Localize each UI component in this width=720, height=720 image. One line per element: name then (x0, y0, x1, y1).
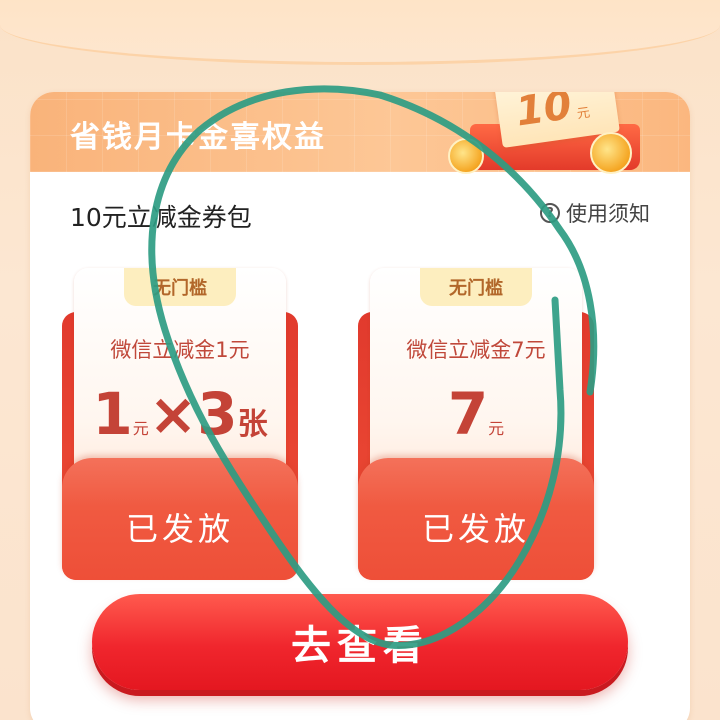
usage-notice-link[interactable]: ? 使用须知 (540, 198, 650, 228)
coin-icon (590, 132, 632, 174)
coupon-card[interactable]: 无门槛 微信立减金7元 7元 已发放 (358, 262, 594, 580)
no-threshold-badge: 无门槛 (124, 268, 236, 306)
coupon-amount: 1元×3张 (92, 380, 268, 448)
section-title: 10元立减金券包 (70, 203, 252, 232)
no-threshold-badge: 无门槛 (420, 268, 532, 306)
usage-notice-label: 使用须知 (566, 202, 650, 226)
card-title: 省钱月卡金喜权益 (70, 120, 326, 155)
coupon-status: 已发放 (421, 510, 530, 548)
card-header: 省钱月卡金喜权益 10 元 (30, 92, 690, 174)
top-banner (0, 0, 720, 65)
coupon-name: 微信立减金7元 (406, 338, 546, 362)
coupon-name: 微信立减金1元 (110, 338, 250, 362)
coupon-status: 已发放 (125, 510, 234, 548)
deco-amount: 10 (513, 92, 575, 136)
coupon-card[interactable]: 无门槛 微信立减金1元 1元×3张 已发放 (62, 262, 298, 580)
question-icon: ? (540, 203, 560, 223)
coin-icon (448, 138, 484, 174)
red-envelope-icon: 10 元 (440, 92, 650, 174)
coupon-amount: 7元 (447, 380, 505, 448)
deco-unit: 元 (576, 105, 592, 123)
view-button[interactable]: 去查看 (92, 594, 628, 690)
